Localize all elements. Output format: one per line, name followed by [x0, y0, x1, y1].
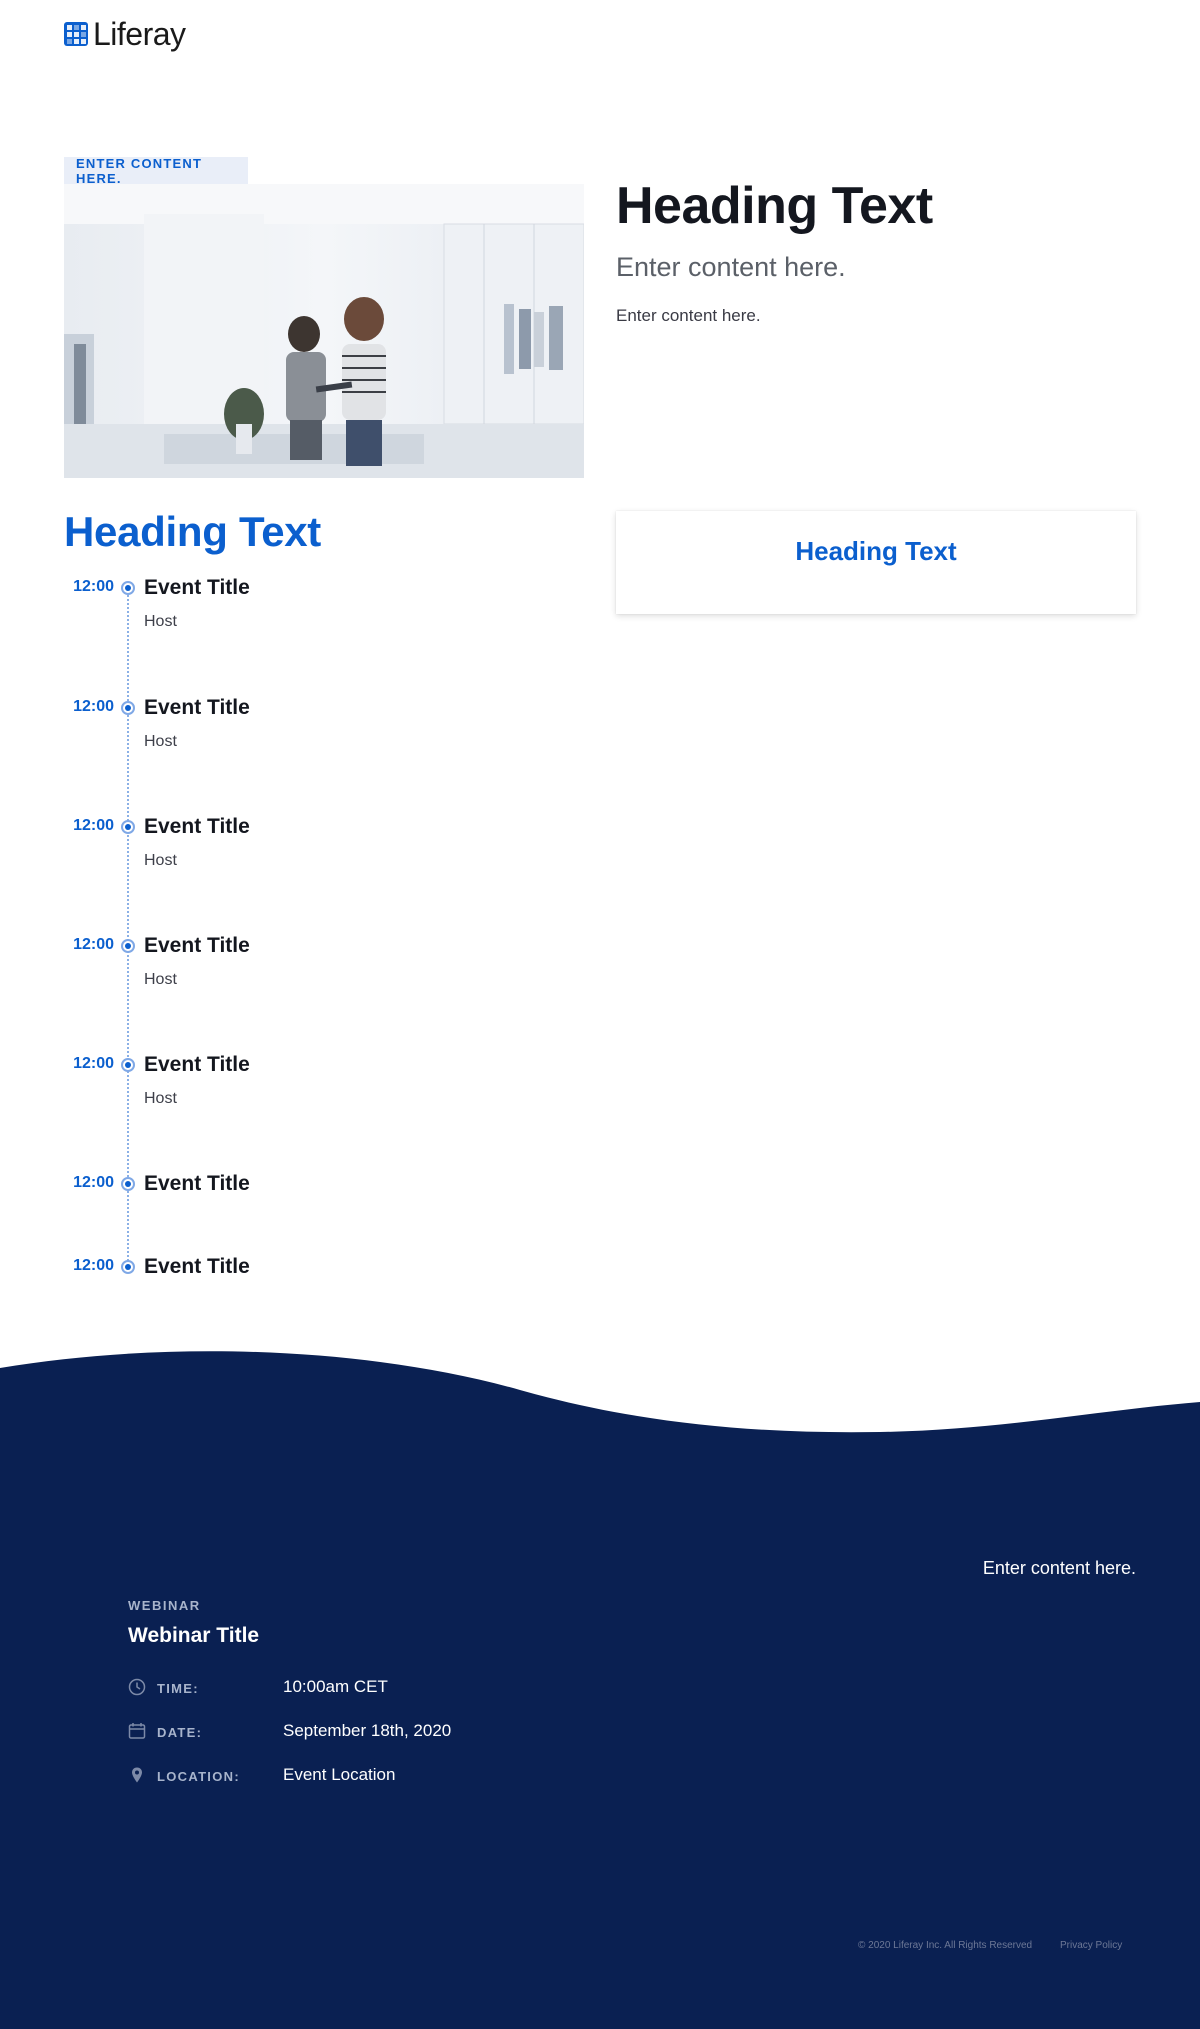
- timeline-item: 12:00 Event Title Host: [0, 1053, 600, 1113]
- date-label: DATE:: [157, 1725, 203, 1740]
- timeline-dot-icon: [121, 701, 135, 715]
- timeline-dot-icon: [121, 1177, 135, 1191]
- timeline-item: 12:00 Event Title: [0, 1255, 600, 1315]
- timeline-item: 12:00 Event Title Host: [0, 934, 600, 994]
- timeline-item: 12:00 Event Title Host: [0, 815, 600, 875]
- footer: Enter content here. WEBINAR Webinar Titl…: [0, 1340, 1200, 2029]
- clock-icon: [128, 1678, 146, 1696]
- webinar-location-row: LOCATION: Event Location: [128, 1764, 628, 1788]
- event-host: Host: [144, 852, 177, 869]
- location-label: LOCATION:: [157, 1769, 240, 1784]
- hero-lead: Enter content here.: [616, 252, 846, 282]
- event-host: Host: [144, 613, 177, 630]
- copyright-text: © 2020 Liferay Inc. All Rights Reserved: [858, 1940, 1033, 1951]
- timeline-line: [127, 588, 129, 1268]
- location-value: Event Location: [283, 1765, 396, 1784]
- event-title: Event Title: [144, 1053, 250, 1076]
- event-title: Event Title: [144, 696, 250, 719]
- hero-heading: Heading Text: [616, 177, 933, 235]
- agenda-timeline: 12:00 Event Title Host 12:00 Event Title…: [0, 0, 600, 1320]
- footer-note: Enter content here.: [982, 1558, 1136, 1578]
- webinar-date-row: DATE: September 18th, 2020: [128, 1720, 628, 1744]
- event-title: Event Title: [144, 576, 250, 599]
- event-time: 12:00: [73, 698, 114, 715]
- event-time: 12:00: [73, 1174, 114, 1191]
- hero-body: Enter content here.: [616, 306, 761, 325]
- event-title: Event Title: [144, 1172, 250, 1195]
- date-value: September 18th, 2020: [283, 1721, 452, 1740]
- webinar-title: Webinar Title: [128, 1624, 260, 1647]
- event-time: 12:00: [73, 936, 114, 953]
- timeline-dot-icon: [121, 581, 135, 595]
- event-time: 12:00: [73, 1257, 114, 1274]
- webinar-kicker: WEBINAR: [128, 1598, 201, 1613]
- time-label: TIME:: [157, 1681, 199, 1696]
- event-host: Host: [144, 971, 177, 988]
- event-title: Event Title: [144, 1255, 250, 1278]
- timeline-item: 12:00 Event Title: [0, 1172, 600, 1232]
- event-time: 12:00: [73, 578, 114, 595]
- timeline-dot-icon: [121, 1260, 135, 1274]
- time-value: 10:00am CET: [283, 1677, 388, 1696]
- timeline-dot-icon: [121, 939, 135, 953]
- event-host: Host: [144, 1090, 177, 1107]
- event-time: 12:00: [73, 1055, 114, 1072]
- webinar-time-row: TIME: 10:00am CET: [128, 1676, 628, 1700]
- privacy-policy-link[interactable]: Privacy Policy: [1060, 1940, 1122, 1951]
- event-title: Event Title: [144, 815, 250, 838]
- timeline-dot-icon: [121, 820, 135, 834]
- info-card: Heading Text: [616, 511, 1136, 614]
- map-pin-icon: [132, 1767, 142, 1783]
- event-time: 12:00: [73, 817, 114, 834]
- card-heading: Heading Text: [795, 536, 957, 566]
- calendar-icon: [128, 1723, 146, 1739]
- event-host: Host: [144, 733, 177, 750]
- timeline-item: 12:00 Event Title Host: [0, 696, 600, 756]
- timeline-item: 12:00 Event Title Host: [0, 576, 600, 636]
- event-title: Event Title: [144, 934, 250, 957]
- timeline-dot-icon: [121, 1058, 135, 1072]
